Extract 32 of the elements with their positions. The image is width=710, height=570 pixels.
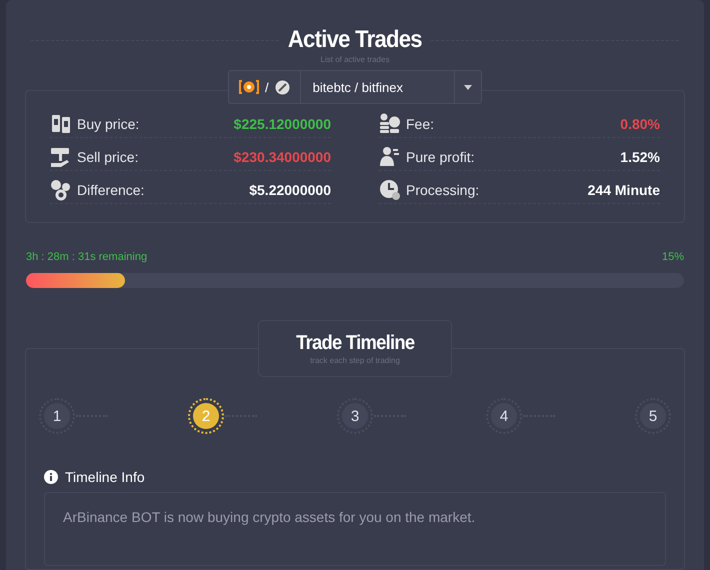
coins-icon	[379, 113, 401, 135]
info-icon	[44, 470, 58, 484]
timeline-title: Trade Timeline	[296, 332, 414, 355]
clock-icon	[379, 179, 401, 201]
time-remaining: 3h : 28m : 31s remaining	[26, 251, 148, 263]
coin-icon	[274, 80, 290, 94]
stat-value: 1.52%	[620, 149, 660, 165]
step-button[interactable]: 3	[342, 403, 368, 429]
step-button[interactable]: 1	[44, 403, 70, 429]
stat-label: Processing:	[406, 182, 480, 198]
banknotes-icon	[50, 113, 72, 135]
progress-percent: 15%	[662, 251, 684, 263]
stat-label: Fee:	[406, 116, 436, 132]
stat-value: 0.80%	[620, 116, 660, 132]
stat-label: Buy price:	[77, 116, 140, 132]
caret-icon	[464, 84, 472, 90]
step-button[interactable]: 4	[491, 403, 517, 429]
stat-label: Pure profit:	[406, 149, 476, 165]
pair-dropdown[interactable]: / bitebtc / bitfinex	[228, 70, 482, 104]
coins-icon	[50, 179, 72, 201]
info-title: Timeline Info	[65, 469, 145, 485]
stat-value: $5.22000000	[249, 182, 331, 198]
pair-separator: /	[265, 80, 269, 94]
pair-value: bitebtc / bitfinex	[312, 78, 404, 96]
coin-icon	[239, 80, 259, 94]
info-message: ArBinance BOT is now buying crypto assets for you on the market.	[44, 492, 666, 566]
stat-value: $230.34000000	[234, 149, 331, 165]
stat-label: Difference:	[77, 182, 146, 198]
stat-value: 244 Minute	[588, 182, 660, 198]
step-button[interactable]: 5	[640, 403, 666, 429]
stat-value: $225.12000000	[234, 116, 331, 132]
stat-label: Sell price:	[77, 149, 140, 165]
